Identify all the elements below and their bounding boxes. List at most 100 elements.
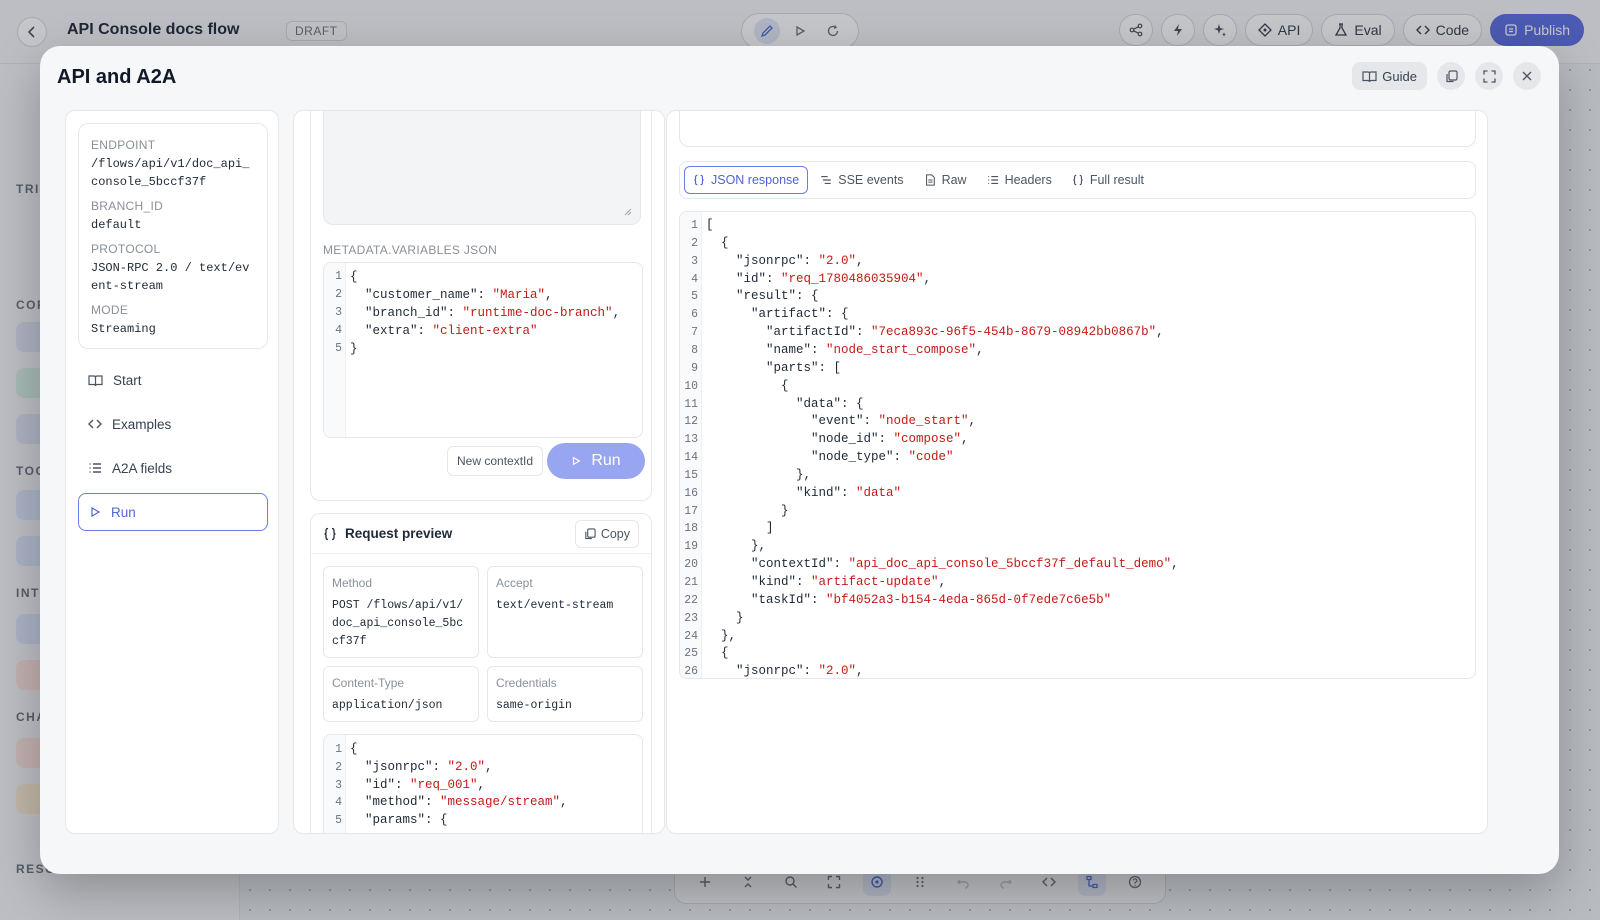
close-button[interactable] — [1513, 62, 1541, 90]
code-icon — [88, 419, 102, 429]
code-line: 17 } — [680, 503, 1475, 521]
accept-field: Accept text/event-stream — [487, 566, 643, 658]
message-textarea[interactable] — [323, 111, 641, 225]
guide-button-label: Guide — [1382, 68, 1417, 84]
expand-icon — [1482, 69, 1496, 83]
request-editor-card: METADATA.VARIABLES JSON 1{2 "customer_na… — [310, 111, 652, 501]
code-text: } — [706, 610, 744, 625]
nav-item-start[interactable]: Start — [78, 361, 268, 399]
nav-item-a2a-fields[interactable]: A2A fields — [78, 449, 268, 487]
credentials-label: Credentials — [496, 676, 557, 690]
line-number: 1 — [691, 219, 698, 232]
line-number: 8 — [691, 343, 698, 357]
tab-sse-events[interactable]: SSE events — [812, 166, 911, 194]
code-line: 20 "contextId": "api_doc_api_console_5bc… — [680, 556, 1475, 574]
request-preview-title: Request preview — [345, 526, 453, 541]
code-text: "contextId": "api_doc_api_console_5bccf3… — [706, 557, 1179, 572]
book-icon — [1362, 70, 1377, 82]
tab-full-result[interactable]: Full result — [1064, 166, 1152, 194]
code-line: 5 "result": { — [680, 288, 1475, 306]
copy-button-label: Copy — [600, 526, 630, 541]
code-text: "parts": [ — [706, 360, 842, 375]
content-type-value: application/json — [332, 699, 443, 712]
line-number: 3 — [691, 254, 698, 268]
file-icon — [925, 174, 935, 186]
code-text: "taskId": "bf4052a3-b154-4eda-865d-0f7ed… — [706, 592, 1112, 607]
code-text: "method": "message/stream", — [350, 795, 568, 810]
branch-value: default — [91, 218, 142, 232]
line-number: 2 — [335, 760, 342, 774]
line-number: 15 — [684, 468, 698, 482]
nav-item-label: Start — [113, 372, 142, 388]
line-number: 3 — [335, 778, 342, 792]
braces-icon — [694, 174, 704, 186]
new-context-button[interactable]: New contextId — [447, 446, 544, 476]
code-line: 1[ — [680, 217, 1475, 235]
code-text: "data": { — [706, 396, 864, 411]
run-button-label: Run — [591, 452, 621, 469]
line-number: 7 — [691, 326, 698, 340]
content-type-field: Content-Type application/json — [323, 666, 479, 722]
code-text: "jsonrpc": "2.0", — [350, 759, 493, 774]
metadata-variables-editor[interactable]: 1{2 "customer_name": "Maria", 3 "branch_i… — [323, 262, 643, 438]
copy-request-button[interactable]: Copy — [574, 519, 639, 548]
code-text: "id": "req_001", — [350, 777, 486, 792]
code-line: 1{ — [324, 268, 642, 286]
response-tabs: JSON response SSE events Raw Headers Ful… — [679, 161, 1476, 199]
line-number: 4 — [335, 324, 342, 337]
run-button[interactable]: Run — [547, 443, 645, 479]
code-line: 23 } — [680, 610, 1475, 628]
code-line: 19 }, — [680, 538, 1475, 556]
code-line: 1{ — [324, 741, 642, 759]
tab-label: JSON response — [711, 173, 800, 187]
code-line: 22 "taskId": "bf4052a3-b154-4eda-865d-0f… — [680, 592, 1475, 610]
code-text: } — [706, 503, 789, 518]
code-line: 9 "parts": [ — [680, 360, 1475, 378]
code-text: "customer_name": "Maria", — [350, 288, 553, 302]
line-number: 24 — [684, 629, 698, 643]
code-text: "kind": "artifact-update", — [706, 575, 947, 589]
nav-item-run[interactable]: Run — [78, 493, 268, 531]
code-text: "kind": "data" — [706, 485, 902, 500]
code-text: { — [706, 235, 729, 250]
line-number: 21 — [684, 576, 698, 589]
tab-json-response[interactable]: JSON response — [684, 166, 809, 194]
method-field: Method POST /flows/api/v1/doc_api_consol… — [323, 566, 479, 658]
stream-icon — [821, 175, 831, 185]
code-line: 2 "jsonrpc": "2.0", — [324, 759, 642, 777]
line-number: 26 — [684, 665, 698, 679]
content-type-label: Content-Type — [332, 676, 405, 690]
code-line: 3 "id": "req_001", — [324, 777, 642, 795]
code-line: 2 { — [680, 235, 1475, 253]
line-number: 17 — [684, 504, 698, 518]
guide-button[interactable]: Guide — [1352, 62, 1427, 90]
play-icon — [573, 456, 581, 466]
code-text: { — [706, 378, 789, 393]
code-line: 2 "customer_name": "Maria", — [324, 286, 642, 304]
fullscreen-button[interactable] — [1475, 62, 1503, 90]
line-number: 5 — [691, 290, 698, 304]
code-text: "id": "req_1780486035904", — [706, 271, 932, 286]
code-text: [ — [706, 218, 714, 232]
response-panel: JSON response SSE events Raw Headers Ful… — [666, 110, 1488, 834]
line-number: 6 — [691, 308, 698, 322]
tab-label: Full result — [1089, 173, 1145, 187]
tab-raw[interactable]: Raw — [916, 166, 975, 194]
line-number: 2 — [335, 288, 342, 301]
code-line: 5 "params": { — [324, 812, 642, 830]
credentials-value: same-origin — [496, 699, 572, 712]
code-line: 8 "name": "node_start_compose", — [680, 342, 1475, 360]
line-number: 16 — [684, 486, 698, 500]
code-line: 4 "method": "message/stream", — [324, 794, 642, 812]
tab-headers[interactable]: Headers — [979, 166, 1060, 194]
endpoint-panel: ENDPOINT /flows/api/v1/doc_api_console_5… — [65, 110, 279, 834]
copy-modal-button[interactable] — [1437, 62, 1465, 90]
code-line: 11 "data": { — [680, 396, 1475, 414]
book-icon — [88, 374, 103, 386]
metadata-variables-label: METADATA.VARIABLES JSON — [323, 243, 498, 257]
line-number: 9 — [691, 361, 698, 375]
nav-item-examples[interactable]: Examples — [78, 405, 268, 443]
code-line: 18 ] — [680, 520, 1475, 538]
line-number: 4 — [691, 272, 698, 286]
code-text: "node_type": "code" — [706, 450, 954, 465]
